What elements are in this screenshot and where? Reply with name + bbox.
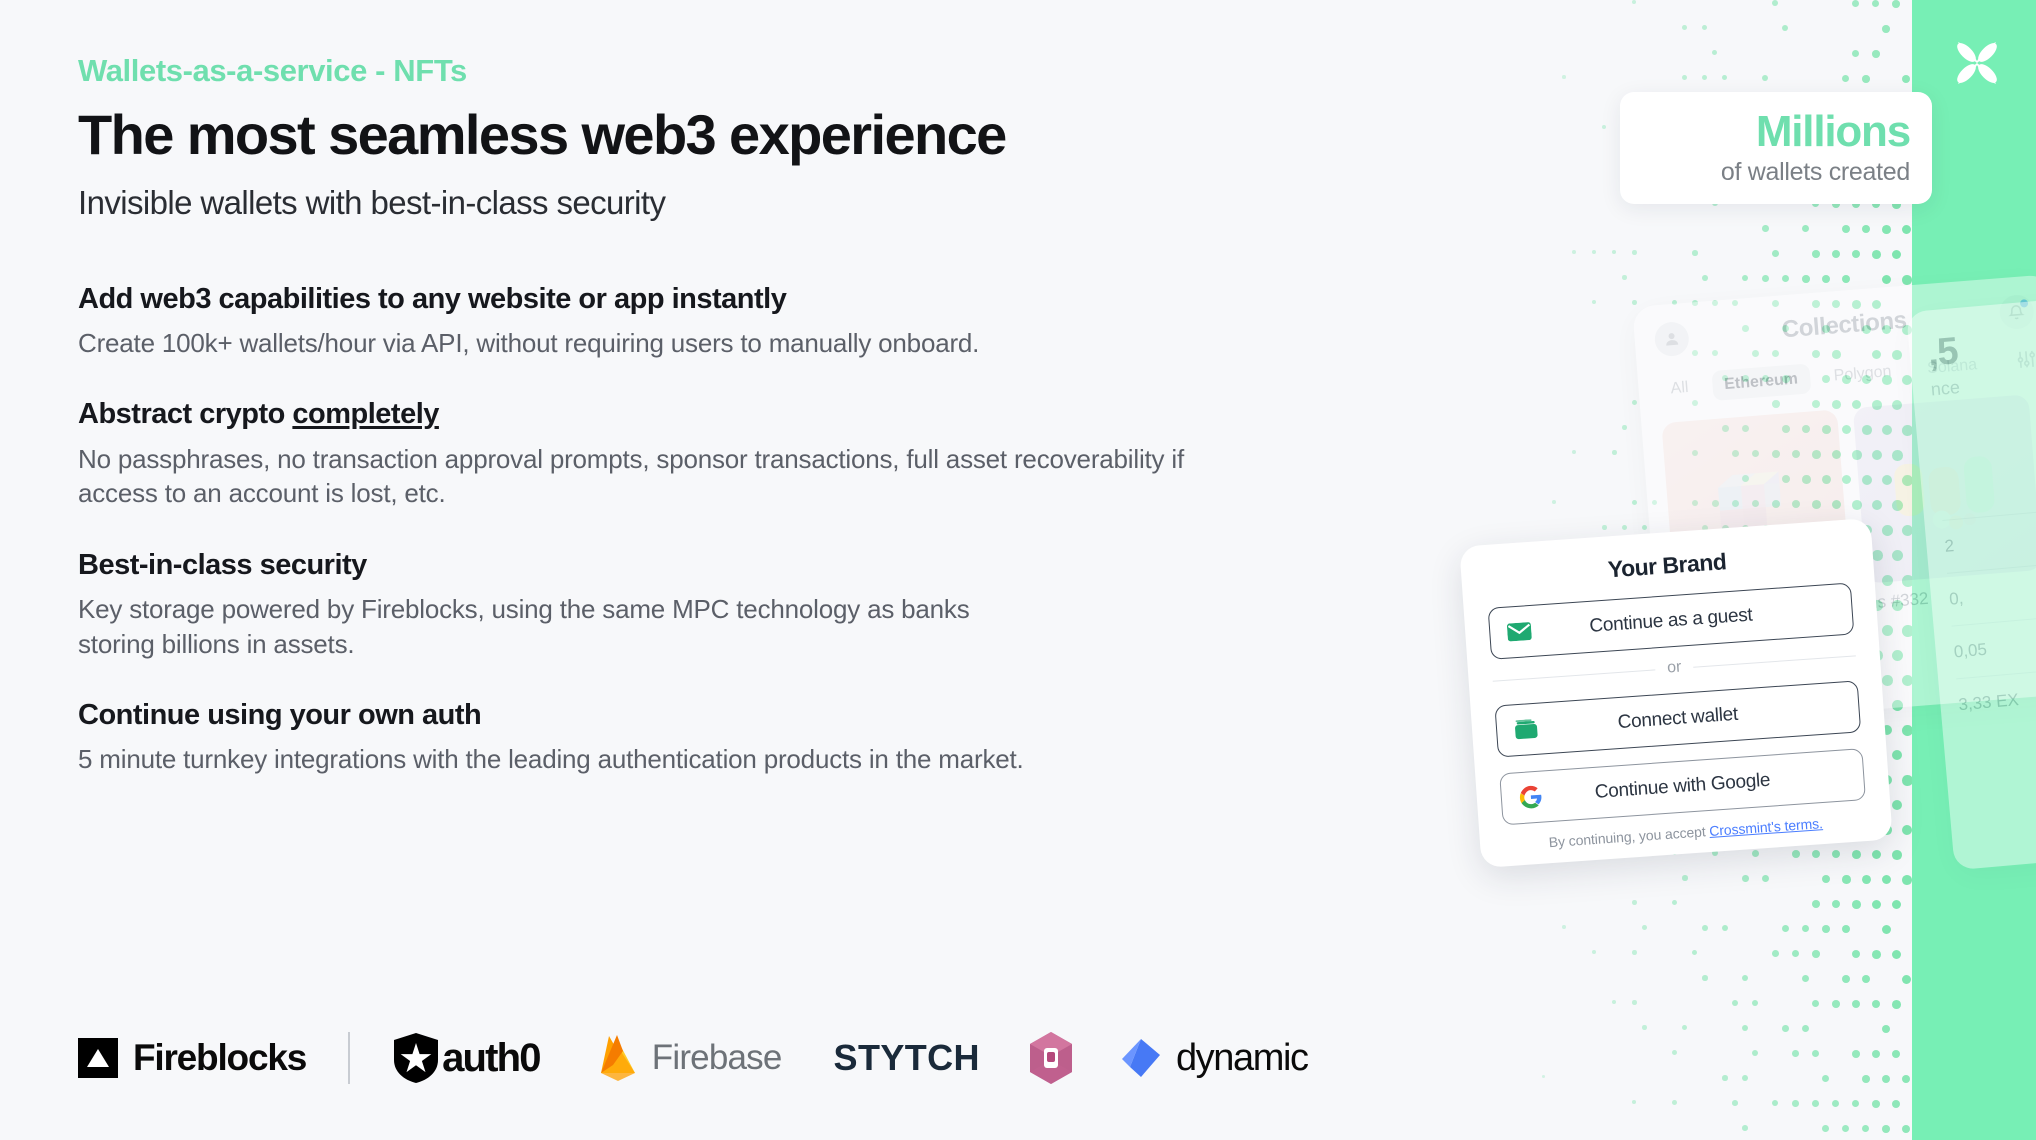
logo-firebase: Firebase <box>596 1033 782 1083</box>
balance-row-value: 0, <box>1948 589 1964 610</box>
logo-stytch: STYTCH <box>834 1037 980 1079</box>
continue-with-google-label: Continue with Google <box>1501 763 1864 810</box>
brand-card-title: Your Brand <box>1485 540 1850 592</box>
logo-dynamic: dynamic <box>1118 1035 1308 1081</box>
balance-row-value: 3,33 EX <box>1958 690 2020 715</box>
partner-logo-row: Fireblocks auth0 Firebase STYTCH dynamic <box>78 1028 1308 1088</box>
logo-auth0-label: auth0 <box>442 1036 540 1081</box>
magic-icon <box>1028 1031 1074 1085</box>
feature-item: Add web3 capabilities to any website or … <box>78 281 1498 361</box>
stat-label: of wallets created <box>1721 157 1910 187</box>
feature-body: Create 100k+ wallets/hour via API, witho… <box>78 326 1208 361</box>
chain-tab-all[interactable]: All <box>1658 372 1702 405</box>
logo-divider <box>348 1032 350 1084</box>
connect-wallet-button[interactable]: Connect wallet <box>1494 680 1861 757</box>
feature-title: Abstract crypto completely <box>78 396 1498 432</box>
brand-login-card: Your Brand Continue as a guest or Connec… <box>1459 518 1892 868</box>
feature-body: Key storage powered by Fireblocks, using… <box>78 592 978 661</box>
stat-card: Millions of wallets created <box>1620 92 1932 204</box>
feature-item: Abstract crypto completely No passphrase… <box>78 396 1498 510</box>
logo-fireblocks: Fireblocks <box>78 1037 306 1079</box>
continue-as-guest-label: Continue as a guest <box>1490 598 1853 645</box>
feature-item: Best-in-class security Key storage power… <box>78 547 1498 661</box>
feature-list: Add web3 capabilities to any website or … <box>78 281 1498 777</box>
feature-body: 5 minute turnkey integrations with the l… <box>78 742 1398 777</box>
balance-row-value: 0,05 <box>1953 640 1988 663</box>
balance-amount: ,5 <box>1926 313 2036 375</box>
chain-tab-ethereum[interactable]: Ethereum <box>1711 363 1811 401</box>
divider-line-left <box>1493 669 1656 681</box>
feature-body: No passphrases, no transaction approval … <box>78 442 1208 511</box>
eyebrow-label: Wallets-as-a-service - NFTs <box>78 52 1498 89</box>
connect-wallet-label: Connect wallet <box>1496 695 1859 742</box>
page-title: The most seamless web3 experience <box>78 106 1498 165</box>
dynamic-icon <box>1118 1035 1164 1081</box>
logo-dynamic-label: dynamic <box>1176 1037 1308 1080</box>
divider-word: or <box>1667 659 1682 678</box>
firebase-icon <box>596 1033 640 1083</box>
logo-stytch-label: STYTCH <box>834 1037 980 1079</box>
stat-value: Millions <box>1756 109 1910 155</box>
crossmint-terms-link[interactable]: Crossmint's terms. <box>1709 815 1824 839</box>
feature-title-prefix: Abstract crypto <box>78 398 292 430</box>
logo-fireblocks-label: Fireblocks <box>133 1037 306 1079</box>
logo-firebase-label: Firebase <box>652 1038 782 1078</box>
feature-item: Continue using your own auth 5 minute tu… <box>78 697 1498 777</box>
hero-content: Wallets-as-a-service - NFTs The most sea… <box>78 52 1498 777</box>
marketing-hero-page: Collections All Ethereum Polygon Solana <box>0 0 2036 1140</box>
feature-title: Add web3 capabilities to any website or … <box>78 281 1498 317</box>
feature-title: Continue using your own auth <box>78 697 1498 733</box>
feature-title-emphasis: completely <box>292 398 439 430</box>
divider-line-right <box>1693 655 1856 667</box>
page-subtitle: Invisible wallets with best-in-class sec… <box>78 183 1498 223</box>
logo-magic <box>1028 1031 1074 1085</box>
feature-title: Best-in-class security <box>78 547 1498 583</box>
continue-as-guest-button[interactable]: Continue as a guest <box>1488 583 1855 660</box>
chain-tab-polygon[interactable]: Polygon <box>1821 356 1905 392</box>
collections-title: Collections <box>1781 307 1908 345</box>
auth0-icon <box>392 1032 440 1084</box>
terms-prefix: By continuing, you accept <box>1548 823 1710 850</box>
crossmint-flower-icon <box>1946 32 2008 94</box>
user-avatar-icon <box>1654 321 1691 358</box>
fireblocks-icon <box>78 1038 118 1078</box>
balance-row-value: 2 <box>1944 536 1955 557</box>
continue-with-google-button[interactable]: Continue with Google <box>1499 748 1866 825</box>
logo-auth0: auth0 <box>392 1032 540 1084</box>
